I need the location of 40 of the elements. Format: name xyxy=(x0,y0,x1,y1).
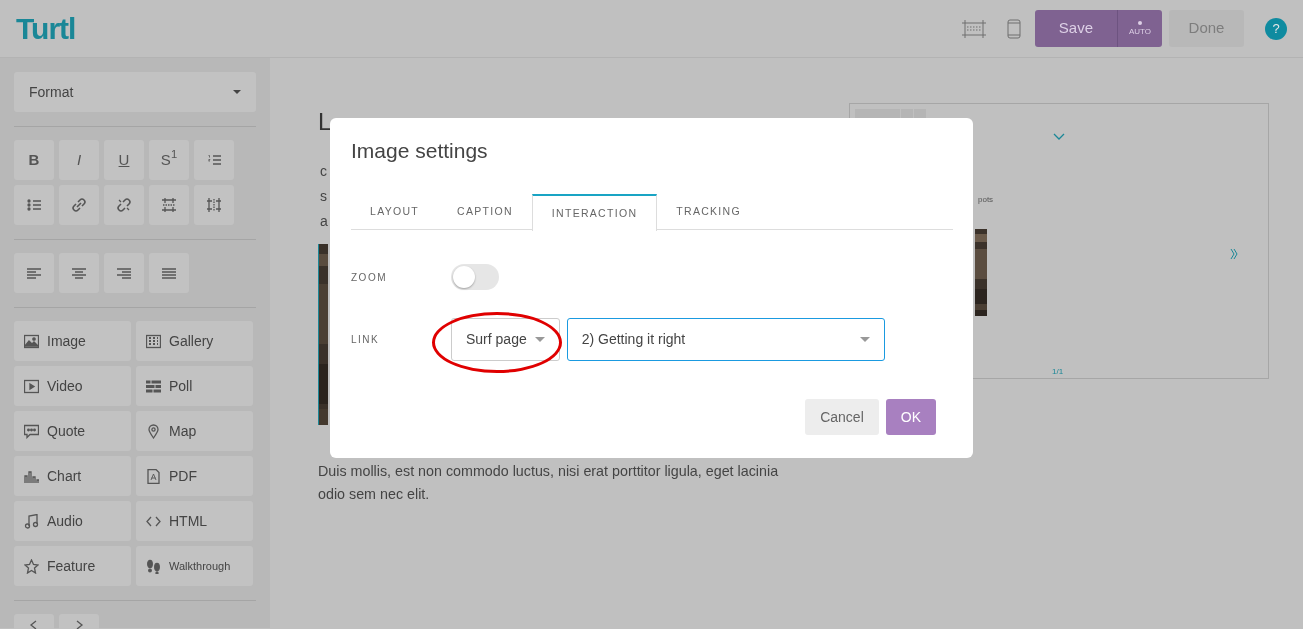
auto-save-button[interactable]: AUTO xyxy=(1118,10,1162,47)
gallery-block-button[interactable]: Gallery xyxy=(136,321,253,361)
page-indicator: 1/1 xyxy=(1052,366,1064,378)
tab[interactable]: LAYOUT xyxy=(351,194,439,231)
chart-block-button[interactable]: Chart xyxy=(14,456,131,496)
audio-block-button[interactable]: Audio xyxy=(14,501,131,541)
feature-block-button[interactable]: Feature xyxy=(14,546,131,586)
text-fragment: s xyxy=(320,188,327,204)
quote-block-button[interactable]: Quote xyxy=(14,411,131,451)
tab[interactable]: CAPTION xyxy=(438,194,532,231)
link-label: LINK xyxy=(351,333,381,348)
image-block-button[interactable]: Image xyxy=(14,321,131,361)
ok-button[interactable]: OK xyxy=(885,399,936,436)
link-target-select[interactable]: 2) Getting it right xyxy=(566,318,885,362)
paragraph: Duis mollis, est non commodo luctus, nisi erat porttitor ligula, eget lacinia odio sem nec elit. xyxy=(318,462,780,504)
tab[interactable]: INTERACTION xyxy=(531,194,658,232)
superscript-button[interactable]: S$^{1}$ xyxy=(149,140,189,180)
poll-block-button[interactable]: Poll xyxy=(136,366,253,406)
walkthrough-block-button[interactable]: Walkthrough xyxy=(136,546,253,586)
map-block-button[interactable]: Map xyxy=(136,411,253,451)
html-block-button[interactable]: HTML xyxy=(136,501,253,541)
video-block-button[interactable]: Video xyxy=(14,366,131,406)
underline-button[interactable]: U xyxy=(104,140,144,180)
dialog-title: Image settings xyxy=(351,138,489,164)
preview-caption: pots xyxy=(978,194,994,206)
logo: Turtl xyxy=(16,11,76,47)
text-fragment: c xyxy=(320,163,327,179)
cancel-button[interactable]: Cancel xyxy=(805,399,879,436)
zoom-label: ZOOM xyxy=(351,270,388,285)
text-fragment: a xyxy=(320,213,328,229)
italic-button[interactable]: I xyxy=(59,140,99,180)
auto-label: AUTO xyxy=(1128,28,1152,37)
pdf-block-button[interactable]: PDF xyxy=(136,456,253,496)
bold-button[interactable]: B xyxy=(14,140,54,180)
save-button[interactable]: Save xyxy=(1034,10,1118,47)
help-button[interactable]: ? xyxy=(1265,17,1287,40)
link-type-select[interactable]: Surf page xyxy=(451,318,560,362)
tab[interactable]: TRACKING xyxy=(657,194,760,231)
article-heading: L xyxy=(318,107,331,137)
format-dropdown[interactable]: Format xyxy=(14,72,256,112)
